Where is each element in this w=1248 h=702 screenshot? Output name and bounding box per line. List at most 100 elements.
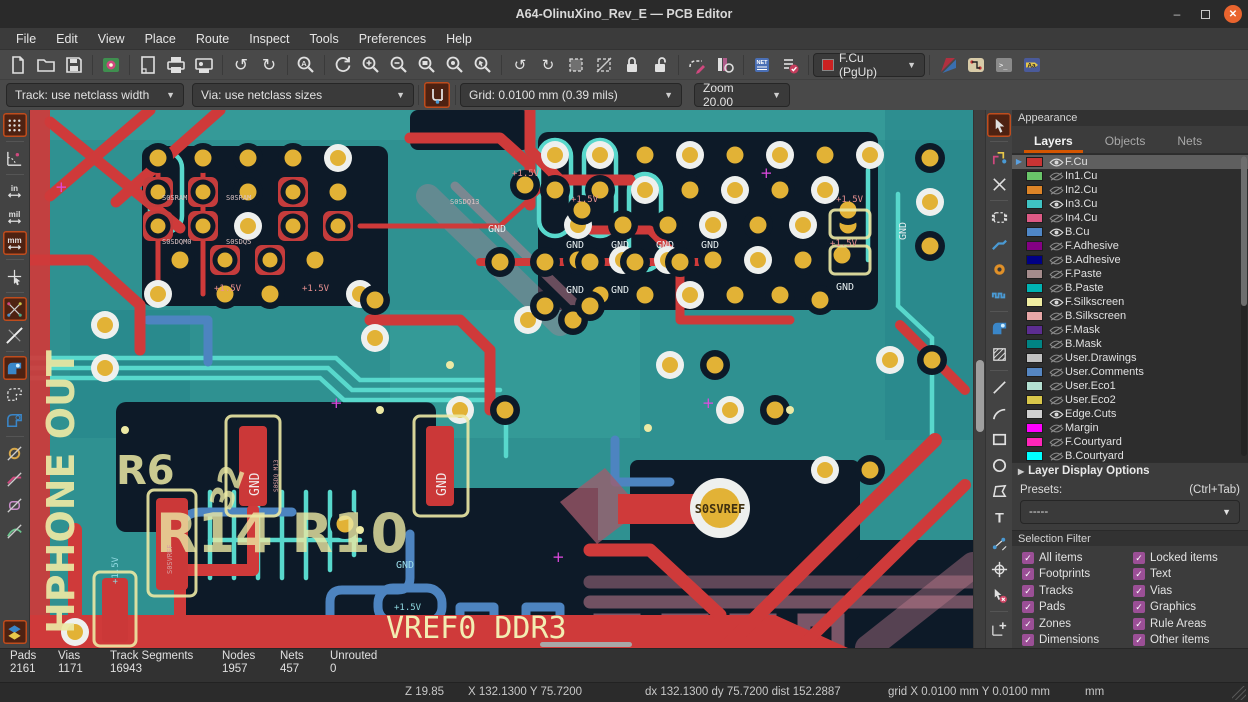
layer-row-f-courtyard[interactable]: F.Courtyard — [1012, 435, 1248, 449]
hide-ratsnest-icon[interactable] — [3, 323, 27, 347]
board-setup-icon[interactable] — [98, 52, 124, 78]
visibility-off-icon[interactable] — [1047, 340, 1065, 349]
visibility-off-icon[interactable] — [1047, 172, 1065, 181]
layer-color-swatch[interactable] — [1026, 395, 1043, 405]
ungroup-icon[interactable] — [591, 52, 617, 78]
filter-text[interactable]: ✓Text — [1133, 568, 1244, 581]
flip-board-icon[interactable] — [935, 52, 961, 78]
draw-line-icon[interactable] — [987, 375, 1011, 399]
zoom-fit-icon[interactable] — [414, 52, 440, 78]
save-icon[interactable] — [61, 52, 87, 78]
toggle-grid-icon[interactable] — [3, 113, 27, 137]
zone-outlines-icon[interactable] — [3, 382, 27, 406]
footprint-library-icon[interactable] — [712, 52, 738, 78]
close-icon[interactable]: ✕ — [1224, 5, 1242, 23]
layer-color-swatch[interactable] — [1026, 185, 1043, 195]
rotate-cw-icon[interactable]: ↻ — [535, 52, 561, 78]
layer-color-swatch[interactable] — [1026, 157, 1043, 167]
show-ratsnest-icon[interactable] — [3, 297, 27, 321]
minimize-icon[interactable]: – — [1168, 5, 1186, 23]
grid-select[interactable]: Grid: 0.0100 mm (0.39 mils)▼ — [460, 83, 682, 107]
layer-display-options[interactable]: ▶ Layer Display Options — [1012, 462, 1248, 479]
highlight-net-icon[interactable] — [987, 146, 1011, 170]
pcb-canvas[interactable]: R14 R10R632VREF0 DDR3HPHONE OUTS0SVREFGN… — [30, 110, 973, 648]
layer-color-swatch[interactable] — [1026, 381, 1043, 391]
layer-color-swatch[interactable] — [1026, 241, 1043, 251]
filter-footprints[interactable]: ✓Footprints — [1022, 568, 1133, 581]
presets-select[interactable]: ----- ▼ — [1020, 500, 1240, 524]
draw-circle-icon[interactable] — [987, 453, 1011, 477]
checkbox-checked-icon[interactable]: ✓ — [1022, 618, 1034, 630]
layer-color-swatch[interactable] — [1026, 325, 1043, 335]
layer-row-f-silkscreen[interactable]: F.Silkscreen — [1012, 295, 1248, 309]
layer-row-f-mask[interactable]: F.Mask — [1012, 323, 1248, 337]
visibility-off-icon[interactable] — [1047, 368, 1065, 377]
visibility-off-icon[interactable] — [1047, 214, 1065, 223]
visibility-on-icon[interactable] — [1047, 298, 1065, 307]
track-sketch-icon[interactable] — [3, 467, 27, 491]
checkbox-checked-icon[interactable]: ✓ — [1133, 601, 1145, 613]
layer-row-f-paste[interactable]: F.Paste — [1012, 267, 1248, 281]
group-icon[interactable] — [563, 52, 589, 78]
layer-row-user-drawings[interactable]: User.Drawings — [1012, 351, 1248, 365]
zoom-select[interactable]: Zoom 20.00▼ — [694, 83, 790, 107]
active-layer-select[interactable]: F.Cu (PgUp)▼ — [813, 53, 925, 77]
menu-inspect[interactable]: Inspect — [239, 32, 299, 46]
visibility-on-icon[interactable] — [1047, 410, 1065, 419]
visibility-off-icon[interactable] — [1047, 396, 1065, 405]
checkbox-checked-icon[interactable]: ✓ — [1133, 585, 1145, 597]
layer-row-b-courtyard[interactable]: B.Courtyard — [1012, 449, 1248, 462]
units-mm-icon[interactable]: mm — [3, 231, 27, 255]
tab-nets[interactable]: Nets — [1163, 130, 1216, 153]
pad-sketch-icon[interactable] — [3, 493, 27, 517]
layer-color-swatch[interactable] — [1026, 311, 1043, 321]
filter-pads[interactable]: ✓Pads — [1022, 601, 1133, 614]
select-tool-icon[interactable] — [987, 113, 1011, 137]
layer-color-swatch[interactable] — [1026, 353, 1043, 363]
checkbox-checked-icon[interactable]: ✓ — [1022, 601, 1034, 613]
units-mils-icon[interactable]: mil — [3, 205, 27, 229]
layer-row-f-cu[interactable]: ▶F.Cu — [1012, 155, 1248, 169]
layer-list-scrollbar[interactable] — [1241, 156, 1247, 456]
draw-polygon-icon[interactable] — [987, 479, 1011, 503]
visibility-off-icon[interactable] — [1047, 186, 1065, 195]
layer-color-swatch[interactable] — [1026, 367, 1043, 377]
grid-origin-icon[interactable] — [987, 616, 1011, 640]
layer-row-user-eco2[interactable]: User.Eco2 — [1012, 393, 1248, 407]
filter-zones[interactable]: ✓Zones — [1022, 617, 1133, 630]
visibility-off-icon[interactable] — [1047, 382, 1065, 391]
rule-area-icon[interactable] — [987, 342, 1011, 366]
text-variables-icon[interactable]: Aa — [1019, 52, 1045, 78]
origin-target-icon[interactable] — [987, 557, 1011, 581]
layer-row-user-eco1[interactable]: User.Eco1 — [1012, 379, 1248, 393]
layer-color-swatch[interactable] — [1026, 423, 1043, 433]
layers-manager-icon[interactable] — [3, 620, 27, 644]
layer-row-edge-cuts[interactable]: Edge.Cuts — [1012, 407, 1248, 421]
filter-locked-items[interactable]: ✓Locked items — [1133, 551, 1244, 564]
visibility-on-icon[interactable] — [1047, 228, 1065, 237]
layer-row-in2-cu[interactable]: In2.Cu — [1012, 183, 1248, 197]
cursor-style-icon[interactable] — [3, 264, 27, 288]
filter-tracks[interactable]: ✓Tracks — [1022, 584, 1133, 597]
draw-rect-icon[interactable] — [987, 427, 1011, 451]
delete-tool-icon[interactable] — [987, 583, 1011, 607]
route-tracks-icon[interactable] — [987, 231, 1011, 255]
layer-color-swatch[interactable] — [1026, 213, 1043, 223]
route-posture-icon[interactable] — [424, 82, 450, 108]
zoom-selection-icon[interactable] — [470, 52, 496, 78]
track-width-select[interactable]: Track: use netclass width▼ — [6, 83, 184, 107]
visibility-off-icon[interactable] — [1047, 354, 1065, 363]
place-footprint-icon[interactable] — [987, 205, 1011, 229]
menu-tools[interactable]: Tools — [300, 32, 349, 46]
checkbox-checked-icon[interactable]: ✓ — [1133, 618, 1145, 630]
tab-objects[interactable]: Objects — [1091, 130, 1160, 153]
rotate-ccw-icon[interactable]: ↺ — [507, 52, 533, 78]
draw-arc-icon[interactable] — [987, 401, 1011, 425]
layer-row-f-adhesive[interactable]: F.Adhesive — [1012, 239, 1248, 253]
filter-dimensions[interactable]: ✓Dimensions — [1022, 634, 1133, 647]
new-file-icon[interactable] — [5, 52, 31, 78]
checkbox-checked-icon[interactable]: ✓ — [1022, 585, 1034, 597]
visibility-off-icon[interactable] — [1047, 452, 1065, 461]
graphics-sketch-icon[interactable] — [3, 519, 27, 543]
layer-color-swatch[interactable] — [1026, 409, 1043, 419]
